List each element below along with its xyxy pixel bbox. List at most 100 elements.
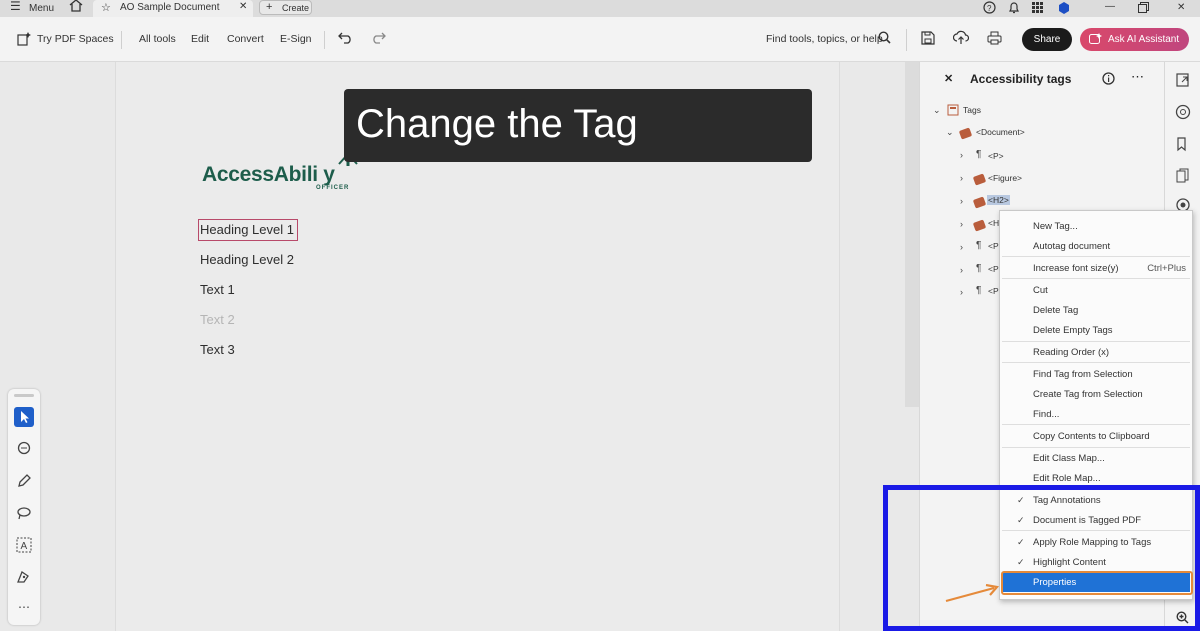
properties-callout-box — [1001, 571, 1193, 595]
menu-item-delete-empty-tags[interactable]: Delete Empty Tags — [1033, 325, 1113, 336]
tag-icon — [958, 127, 973, 140]
menu-item-edit-class-map[interactable]: Edit Class Map... — [1033, 453, 1105, 464]
chevron-down-icon[interactable]: ⌄ — [933, 105, 941, 116]
vertical-scrollbar[interactable] — [905, 62, 919, 407]
menu-item-create-tag[interactable]: Create Tag from Selection — [1033, 389, 1143, 400]
title-bar: ☰ Menu ☆ AO Sample Document ✕ + Create ?… — [0, 0, 1200, 17]
undo-icon[interactable] — [338, 32, 353, 44]
tree-item-p[interactable]: <P — [988, 264, 999, 274]
svg-text:A: A — [21, 541, 28, 552]
upload-icon[interactable] — [953, 30, 969, 45]
home-icon[interactable] — [69, 0, 83, 12]
tree-item-h2-selected[interactable]: <H2> — [987, 195, 1010, 205]
chevron-right-icon[interactable]: › — [960, 242, 963, 252]
accessability-logo: AccessAbili y — [202, 163, 335, 186]
menu-item-edit-role-map[interactable]: Edit Role Map... — [1033, 473, 1101, 484]
tree-item-p[interactable]: <P> — [988, 151, 1004, 161]
chevron-right-icon[interactable]: › — [960, 150, 963, 160]
save-icon[interactable] — [921, 31, 935, 45]
print-icon[interactable] — [987, 31, 1002, 45]
edit-button[interactable]: Edit — [191, 33, 209, 45]
menu-item-increase-font[interactable]: Increase font size(y) — [1033, 263, 1119, 274]
star-icon[interactable]: ☆ — [101, 1, 111, 14]
panel-title: Accessibility tags — [970, 72, 1072, 86]
tree-item-tags[interactable]: Tags — [963, 105, 981, 115]
text-1[interactable]: Text 1 — [200, 282, 235, 297]
minimize-icon[interactable]: — — [1105, 0, 1115, 13]
restore-icon[interactable] — [1138, 2, 1149, 13]
share-button[interactable]: Share — [1022, 28, 1072, 51]
lasso-tool-icon[interactable] — [14, 503, 34, 523]
close-window-icon[interactable]: ✕ — [1177, 1, 1185, 14]
menu-item-copy-contents[interactable]: Copy Contents to Clipboard — [1033, 431, 1150, 442]
esign-button[interactable]: E-Sign — [280, 33, 312, 45]
toolbar-divider — [906, 29, 907, 51]
more-tools-icon[interactable]: ⋯ — [14, 597, 34, 617]
menu-separator — [1002, 362, 1190, 363]
toolbar-divider — [121, 31, 122, 49]
convert-button[interactable]: Convert — [227, 33, 264, 45]
close-panel-icon[interactable]: ✕ — [944, 72, 953, 85]
all-tools-button[interactable]: All tools — [139, 33, 176, 45]
menu-item-reading-order[interactable]: Reading Order (x) — [1033, 347, 1109, 358]
tree-item-p[interactable]: <P — [988, 241, 999, 251]
tag-icon — [972, 196, 987, 209]
pages-icon[interactable] — [1175, 168, 1191, 184]
panel-more-icon[interactable]: ⋯ — [1131, 69, 1144, 85]
try-pdf-spaces-button[interactable]: Try PDF Spaces — [37, 33, 114, 45]
select-tool-icon[interactable] — [14, 407, 34, 427]
menu-item-cut[interactable]: Cut — [1033, 285, 1048, 296]
accessibility-icon[interactable] — [1175, 104, 1191, 120]
info-icon[interactable] — [1102, 72, 1115, 85]
menu-separator — [1002, 424, 1190, 425]
draw-tool-icon[interactable] — [14, 471, 34, 491]
text-box-tool-icon[interactable]: A — [14, 535, 34, 555]
text-3[interactable]: Text 3 — [200, 342, 235, 357]
bookmark-icon[interactable] — [1175, 136, 1191, 152]
close-tab-icon[interactable]: ✕ — [239, 1, 247, 12]
redo-icon[interactable] — [371, 32, 386, 44]
zoom-icon[interactable] — [1176, 611, 1189, 624]
tree-item-document[interactable]: <Document> — [976, 127, 1025, 137]
paragraph-icon: ¶ — [976, 285, 982, 296]
tree-item-p[interactable]: <P — [988, 286, 999, 296]
paragraph-icon: ¶ — [976, 240, 982, 251]
quick-tools-rail: A ⋯ — [8, 389, 40, 625]
text-2[interactable]: Text 2 — [200, 312, 235, 327]
pdf-spaces-icon[interactable] — [17, 31, 32, 46]
help-icon[interactable]: ? — [983, 1, 996, 14]
menu-shortcut: Ctrl+Plus — [1147, 263, 1186, 274]
menu-icon[interactable]: ☰ — [10, 0, 21, 13]
rail-grip[interactable] — [14, 394, 34, 397]
heading-level-2[interactable]: Heading Level 2 — [200, 252, 294, 267]
comment-tool-icon[interactable] — [14, 439, 34, 459]
ask-ai-assistant-button[interactable]: Ask AI Assistant — [1080, 28, 1189, 51]
chevron-right-icon[interactable]: › — [960, 287, 963, 297]
chevron-right-icon[interactable]: › — [960, 173, 963, 183]
tree-item-figure[interactable]: <Figure> — [988, 173, 1022, 183]
menu-item-new-tag[interactable]: New Tag... — [1033, 221, 1078, 232]
menu-item-find-tag[interactable]: Find Tag from Selection — [1033, 369, 1133, 380]
chevron-right-icon[interactable]: › — [960, 219, 963, 229]
create-button[interactable]: + Create — [259, 0, 312, 15]
chevron-down-icon[interactable]: ⌄ — [946, 127, 954, 138]
menu-item-autotag[interactable]: Autotag document — [1033, 241, 1110, 252]
svg-text:?: ? — [987, 4, 992, 13]
heading-level-1[interactable]: Heading Level 1 — [200, 222, 294, 237]
tab-document[interactable]: ☆ AO Sample Document ✕ — [93, 0, 253, 17]
apps-grid-icon[interactable] — [1032, 2, 1043, 13]
menu-item-delete-tag[interactable]: Delete Tag — [1033, 305, 1078, 316]
profile-icon[interactable] — [1058, 2, 1070, 14]
menu-item-find[interactable]: Find... — [1033, 409, 1059, 420]
paragraph-icon: ¶ — [976, 149, 982, 160]
find-tools-input[interactable]: Find tools, topics, or help — [766, 33, 883, 45]
stamp-tool-icon[interactable] — [14, 567, 34, 587]
chevron-right-icon[interactable]: › — [960, 196, 963, 206]
search-icon[interactable] — [878, 31, 891, 44]
menu-label[interactable]: Menu — [29, 2, 54, 15]
bell-icon[interactable] — [1008, 1, 1020, 14]
menu-separator — [1002, 278, 1190, 279]
tree-item-h[interactable]: <H — [988, 218, 999, 228]
chevron-right-icon[interactable]: › — [960, 265, 963, 275]
export-pdf-icon[interactable] — [1175, 72, 1191, 88]
